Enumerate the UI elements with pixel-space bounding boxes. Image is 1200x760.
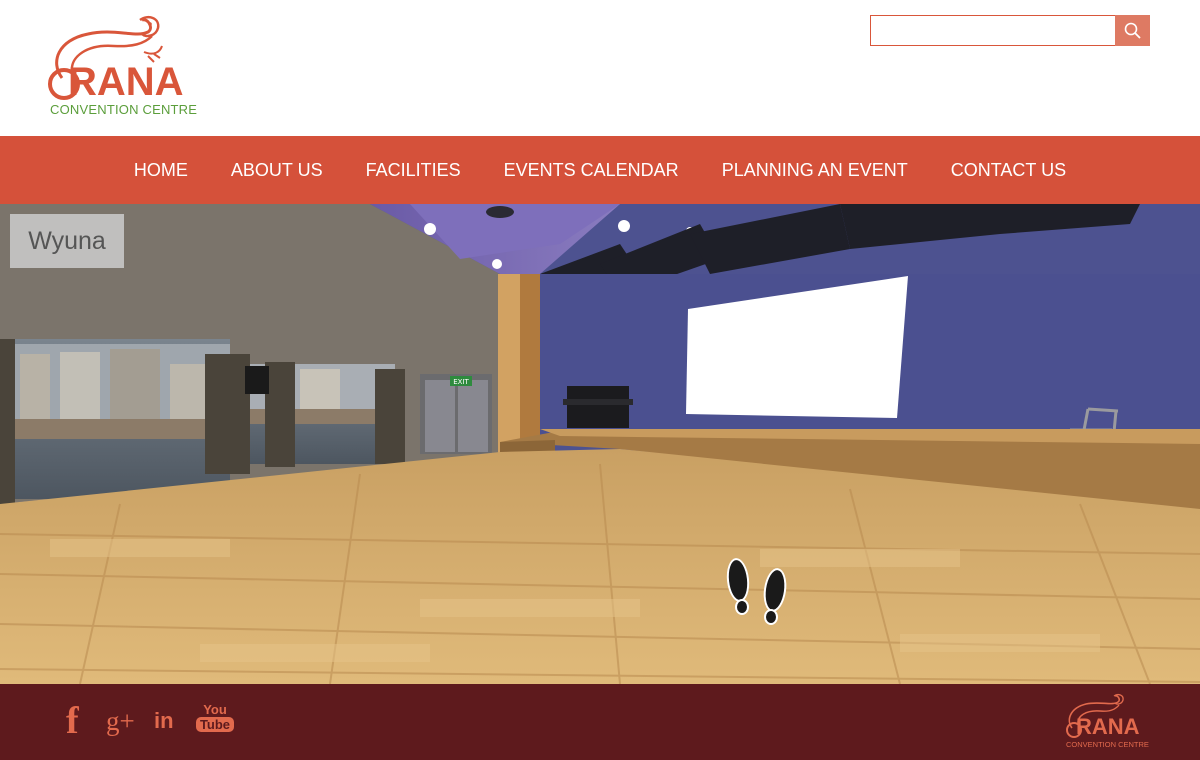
virtual-room-scene: EXIT [0,204,1200,684]
room-name-label: Wyuna [10,214,124,268]
social-links: f g+ in You Tube [66,702,252,740]
site-header: RANA CONVENTION CENTRE [0,0,1200,136]
nav-item-events-calendar[interactable]: EVENTS CALENDAR [504,160,679,181]
search-button[interactable] [1115,15,1150,46]
exit-sign: EXIT [453,378,469,386]
google-plus-icon[interactable]: g+ [106,707,136,735]
logo-wordmark: RANA [68,60,184,104]
search-bar [870,15,1150,46]
orana-logo[interactable]: RANA CONVENTION CENTRE [44,12,214,122]
footer-logo-tagline: CONVENTION CENTRE [1066,740,1149,749]
search-input[interactable] [870,15,1116,46]
nav-item-about-us[interactable]: ABOUT US [231,160,323,181]
youtube-icon-bottom: Tube [196,717,234,732]
footer-logo-wordmark: RANA [1076,714,1140,739]
search-icon [1124,22,1141,39]
linkedin-icon[interactable]: in [154,710,178,732]
logo-tagline: CONVENTION CENTRE [50,102,198,117]
nav-item-planning-an-event[interactable]: PLANNING AN EVENT [722,160,908,181]
facebook-icon[interactable]: f [66,702,88,740]
youtube-icon[interactable]: You Tube [196,703,234,739]
nav-item-home[interactable]: HOME [134,160,188,181]
youtube-icon-top: You [203,702,227,717]
main-nav: HOME ABOUT US FACILITIES EVENTS CALENDAR… [0,136,1200,204]
footer-logo[interactable]: RANA CONVENTION CENTRE [1064,692,1154,754]
virtual-tour-viewer[interactable]: EXIT Wyuna [0,204,1200,684]
site-footer: f g+ in You Tube RANA CONVENTION CENTRE [0,684,1200,760]
nav-item-contact-us[interactable]: CONTACT US [951,160,1066,181]
nav-item-facilities[interactable]: FACILITIES [366,160,461,181]
